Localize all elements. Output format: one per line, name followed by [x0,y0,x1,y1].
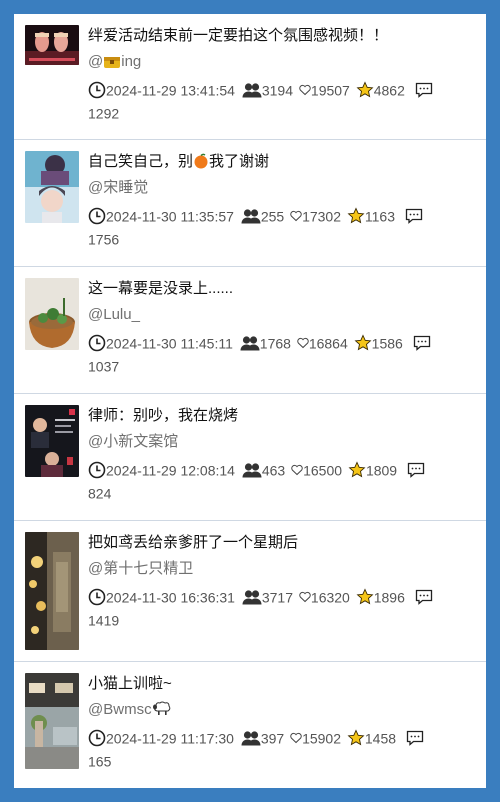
video-card[interactable]: 绊爱活动结束前一定要拍这个氛围感视频！！ @ ing 2024-11-29 13:… [14,14,486,140]
star-icon [356,588,374,606]
video-title[interactable]: 自己笑自己，别 我了谢谢 [88,152,478,172]
video-title[interactable]: 律师：别吵，我在烧烤 [88,406,478,426]
sheep-icon [152,701,172,717]
viewer-count: 3717 [261,589,294,606]
people-icon [240,335,260,351]
like-count: 16320 [310,589,350,606]
favorite-count: 1586 [371,335,403,352]
comment-icon [406,730,424,747]
video-thumbnail[interactable] [25,405,79,477]
viewer-count: 255 [260,208,285,225]
people-icon [241,730,261,746]
like-count: 15902 [302,730,341,747]
star-icon [354,334,372,352]
people-icon [242,462,262,478]
viewer-count: 463 [261,462,286,479]
author-name[interactable]: @Bwmsc [88,700,478,720]
comment-icon [415,589,433,606]
video-stats: 2024-11-30 11:35:57 255 17302 1163 1756 [88,204,478,251]
video-title[interactable]: 小猫上训啦~ [88,674,478,694]
like-count: 17302 [302,208,341,225]
heart-icon [290,210,302,222]
video-stats: 2024-11-30 11:45:11 1768 16864 1586 1037 [88,331,478,378]
favorite-count: 1163 [364,208,395,225]
viewer-count: 397 [260,730,285,747]
video-thumbnail[interactable] [25,278,79,350]
video-title[interactable]: 把如鸢丢给亲爹肝了一个星期后 [88,533,478,553]
video-title[interactable]: 绊爱活动结束前一定要拍这个氛围感视频！！ [88,26,478,46]
video-card[interactable]: 小猫上训啦~ @Bwmsc 2024-11-29 11:17:30 397 15… [14,662,486,788]
favorite-count: 4862 [373,82,405,99]
clock-icon [88,81,106,99]
viewer-count: 3194 [261,82,294,99]
heart-icon [299,591,311,603]
heart-icon [290,732,302,744]
publish-datetime: 2024-11-30 16:36:31 [106,589,235,606]
author-name[interactable]: @ ing [88,52,478,72]
like-count: 16864 [308,335,348,352]
clock-icon [88,334,106,352]
comment-count: 1756 [88,231,120,248]
viewer-count: 1768 [259,335,291,352]
comment-count: 1419 [88,612,120,629]
star-icon [347,207,365,225]
video-title[interactable]: 这一幕要是没录上...... [88,279,478,299]
clock-icon [88,461,106,479]
people-icon [241,208,261,224]
publish-datetime: 2024-11-30 11:45:11 [106,335,233,352]
heart-icon [299,84,311,96]
treasure-icon [103,53,121,69]
star-icon [348,461,366,479]
clock-icon [88,588,106,606]
people-icon [242,82,262,98]
heart-icon [297,337,309,349]
author-name[interactable]: @第十七只精卫 [88,559,478,579]
like-count: 19507 [310,82,350,99]
star-icon [356,81,374,99]
comment-icon [407,462,425,479]
like-count: 16500 [303,462,343,479]
favorite-count: 1809 [365,462,398,479]
clock-icon [88,207,106,225]
video-stats: 2024-11-30 16:36:31 3717 16320 1896 1419 [88,585,478,632]
favorite-count: 1458 [364,730,397,747]
video-list: 绊爱活动结束前一定要拍这个氛围感视频！！ @ ing 2024-11-29 13:… [14,14,486,788]
publish-datetime: 2024-11-30 11:35:57 [106,208,234,225]
author-name[interactable]: @宋睡觉 [88,178,478,198]
video-card[interactable]: 把如鸢丢给亲爹肝了一个星期后 @第十七只精卫 2024-11-30 16:36:… [14,521,486,662]
video-stats: 2024-11-29 13:41:54 3194 19507 4862 1292 [88,78,478,125]
publish-datetime: 2024-11-29 12:08:14 [106,462,235,479]
publish-datetime: 2024-11-29 13:41:54 [106,82,235,99]
video-thumbnail[interactable] [25,532,79,650]
comment-icon [405,208,423,225]
video-stats: 2024-11-29 12:08:14 463 16500 1809 824 [88,458,478,505]
video-card[interactable]: 这一幕要是没录上...... @Lulu_ 2024-11-30 11:45:1… [14,267,486,394]
favorite-count: 1896 [373,589,405,606]
comment-icon [415,82,433,99]
comment-count: 165 [88,753,112,770]
orange-icon [193,153,209,169]
people-icon [242,589,262,605]
heart-icon [291,464,303,476]
comment-icon [413,335,431,352]
clock-icon [88,729,106,747]
star-icon [347,729,365,747]
video-card[interactable]: 律师：别吵，我在烧烤 @小新文案馆 2024-11-29 12:08:14 46… [14,394,486,521]
video-thumbnail[interactable] [25,151,79,223]
comment-count: 824 [88,485,112,502]
publish-datetime: 2024-11-29 11:17:30 [106,730,234,747]
video-thumbnail[interactable] [25,673,79,769]
video-card[interactable]: 自己笑自己，别 我了谢谢 @宋睡觉 2024-11-30 11:35:57 255… [14,140,486,267]
comment-count: 1037 [88,358,120,375]
video-thumbnail[interactable] [25,25,79,65]
author-name[interactable]: @小新文案馆 [88,432,478,452]
author-name[interactable]: @Lulu_ [88,305,478,325]
comment-count: 1292 [88,105,120,122]
video-stats: 2024-11-29 11:17:30 397 15902 1458 165 [88,726,478,773]
